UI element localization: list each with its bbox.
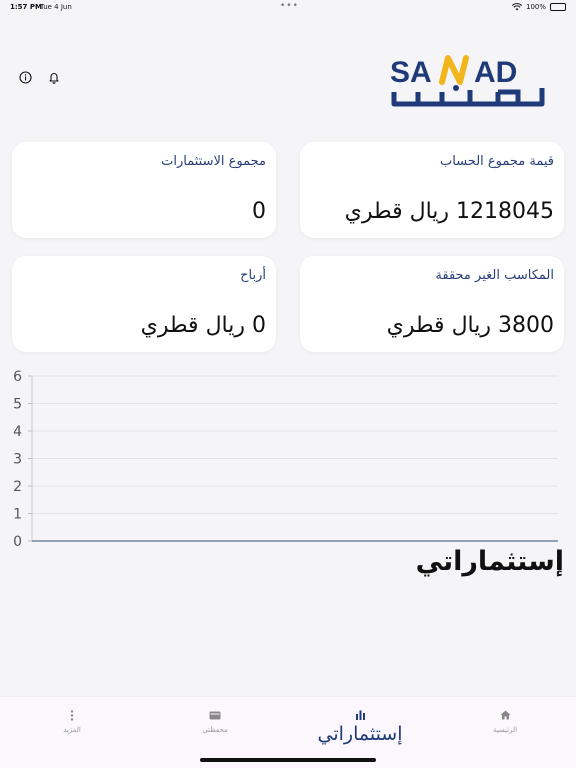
unrealized-gains-value: 3800 ريال قطري: [386, 313, 554, 338]
unrealized-gains-label: المكاسب الغير محققة: [435, 268, 554, 283]
svg-text:AD: AD: [474, 56, 517, 89]
tab-wallet-label: محفظتي: [202, 726, 228, 734]
info-icon[interactable]: [18, 70, 32, 84]
profits-value: 0 ريال قطري: [140, 313, 266, 338]
chart-y-tick-label: 6: [13, 369, 22, 385]
unrealized-gains-card: المكاسب الغير محققة 3800 ريال قطري: [300, 256, 564, 352]
wifi-icon: [511, 3, 522, 11]
chart-y-tick-label: 0: [13, 534, 22, 550]
account-total-label: قيمة مجموع الحساب: [440, 154, 554, 169]
more-vertical-icon: [66, 709, 78, 721]
multitasking-dots-icon[interactable]: •••: [280, 1, 299, 11]
battery-percent: 100%: [525, 3, 546, 11]
status-time: 1:57 PM: [10, 3, 42, 11]
investments-total-card: مجموع الاستثمارات 0: [12, 142, 276, 238]
sanad-logo: SA AD: [390, 52, 546, 108]
account-total-card: قيمة مجموع الحساب 1218045 ريال قطري: [300, 142, 564, 238]
investments-total-value: 0: [252, 199, 266, 224]
bar-chart-icon: [354, 709, 366, 721]
home-icon: [499, 709, 511, 721]
wallet-icon: [209, 709, 221, 721]
investments-chart: 0 1 2 3 4 5 6: [13, 369, 558, 550]
status-right: 100%: [511, 3, 566, 11]
svg-text:SA: SA: [390, 56, 432, 89]
chart-y-tick-label: 2: [13, 479, 22, 495]
tab-investments[interactable]: إستثماراتي: [300, 697, 420, 757]
tab-wallet[interactable]: محفظتي: [180, 697, 250, 757]
tab-more-label: المزيد: [63, 726, 81, 734]
chart-y-tick-label: 1: [13, 507, 22, 523]
bell-icon[interactable]: [47, 70, 61, 84]
profits-card: أرباح 0 ريال قطري: [12, 256, 276, 352]
tab-home-label: الرئيسية: [492, 726, 518, 734]
home-indicator[interactable]: [200, 758, 376, 762]
chart-y-tick-label: 3: [13, 452, 22, 468]
section-title: إستثماراتي: [415, 546, 564, 577]
tab-more[interactable]: المزيد: [37, 697, 107, 757]
status-date: Tue 4 Jun: [40, 3, 72, 11]
battery-icon: [550, 3, 566, 11]
tab-home[interactable]: الرئيسية: [470, 697, 540, 757]
investments-total-label: مجموع الاستثمارات: [161, 154, 266, 169]
header-actions: [18, 70, 61, 84]
chart-y-tick-label: 4: [13, 424, 22, 440]
profits-label: أرباح: [240, 268, 266, 283]
status-bar: 1:57 PM Tue 4 Jun ••• 100%: [0, 0, 576, 14]
chart-y-tick-label: 5: [13, 397, 22, 413]
tab-investments-label: إستثماراتي: [317, 723, 403, 745]
account-total-value: 1218045 ريال قطري: [344, 199, 554, 224]
